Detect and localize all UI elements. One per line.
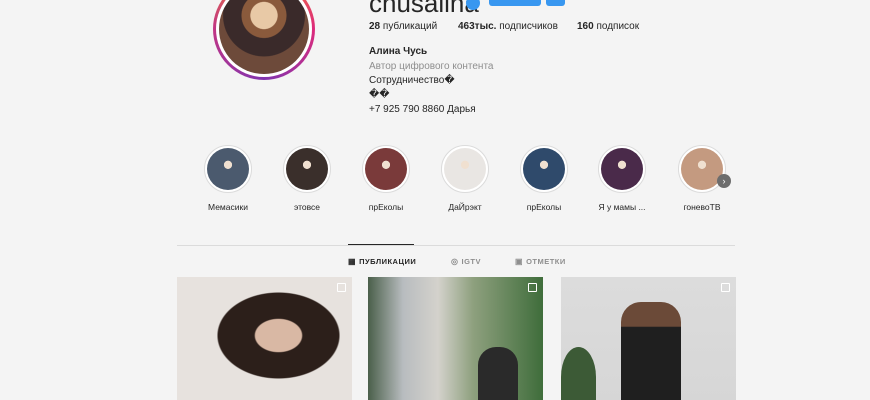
highlight-image bbox=[601, 148, 643, 190]
carousel-icon bbox=[337, 283, 346, 292]
highlight-item[interactable]: этовсе bbox=[277, 145, 337, 212]
highlight-image bbox=[286, 148, 328, 190]
post-figure bbox=[621, 302, 681, 400]
post-plant bbox=[561, 347, 596, 400]
bio-line-2: �� bbox=[369, 89, 390, 100]
highlight-image bbox=[444, 148, 486, 190]
highlight-image bbox=[365, 148, 407, 190]
bio-line-1: Сотрудничество� bbox=[369, 75, 455, 86]
tab-posts[interactable]: ▦ ПУБЛИКАЦИИ bbox=[348, 257, 416, 266]
tabs-divider bbox=[177, 245, 735, 246]
highlight-cover bbox=[362, 145, 410, 193]
highlight-label: Мемасики bbox=[208, 202, 248, 212]
follow-button[interactable] bbox=[489, 0, 541, 6]
highlight-cover bbox=[441, 145, 489, 193]
tab-posts-label: ПУБЛИКАЦИИ bbox=[359, 257, 417, 266]
highlight-cover bbox=[283, 145, 331, 193]
highlight-label: прЕколы bbox=[368, 202, 404, 212]
igtv-icon: ◎ bbox=[451, 257, 459, 266]
chevron-right-icon[interactable]: › bbox=[717, 174, 731, 188]
profile-category: Автор цифрового контента bbox=[369, 61, 494, 72]
bio-line-3: +7 925 790 8860 Дарья bbox=[369, 104, 476, 115]
highlight-item[interactable]: прЕколы bbox=[356, 145, 416, 212]
profile-username: chusalina bbox=[369, 0, 479, 18]
post-figure bbox=[478, 347, 518, 400]
highlight-cover bbox=[520, 145, 568, 193]
followers-label: подписчиков bbox=[499, 21, 558, 32]
tab-tagged[interactable]: ▣ ОТМЕТКИ bbox=[515, 257, 566, 266]
avatar-border bbox=[216, 0, 312, 77]
post-thumbnail[interactable] bbox=[177, 277, 352, 400]
followers-count: 463тыс. bbox=[458, 21, 497, 32]
highlight-item[interactable]: Я у мамы ... bbox=[592, 145, 652, 212]
tab-tagged-label: ОТМЕТКИ bbox=[526, 257, 566, 266]
grid-icon: ▦ bbox=[348, 257, 357, 266]
post-thumbnail[interactable] bbox=[368, 277, 543, 400]
active-tab-indicator bbox=[348, 244, 414, 245]
post-thumbnail[interactable] bbox=[561, 277, 736, 400]
highlight-item[interactable]: Мемасики bbox=[198, 145, 258, 212]
followers-stat[interactable]: 463тыс. подписчиков bbox=[458, 21, 558, 32]
highlight-label: этовсе bbox=[293, 202, 321, 212]
highlight-label: гоневоТВ bbox=[683, 202, 721, 212]
profile-avatar[interactable] bbox=[213, 0, 315, 80]
tag-icon: ▣ bbox=[515, 257, 524, 266]
highlight-label: ДаЙрэкт bbox=[448, 202, 482, 212]
suggested-accounts-button[interactable] bbox=[546, 0, 565, 6]
following-count: 160 bbox=[577, 21, 594, 32]
highlight-label: Я у мамы ... bbox=[598, 202, 646, 212]
following-stat[interactable]: 160 подписок bbox=[577, 21, 639, 32]
posts-count: 28 bbox=[369, 21, 381, 32]
highlight-image bbox=[207, 148, 249, 190]
posts-stat: 28 публикаций bbox=[369, 21, 437, 32]
highlight-cover bbox=[204, 145, 252, 193]
highlight-item[interactable]: ДаЙрэкт bbox=[435, 145, 495, 212]
profile-full-name: Алина Чусь bbox=[369, 46, 428, 57]
tab-igtv[interactable]: ◎ IGTV bbox=[451, 257, 481, 266]
carousel-icon bbox=[721, 283, 730, 292]
highlight-item[interactable]: прЕколы bbox=[514, 145, 574, 212]
carousel-icon bbox=[528, 283, 537, 292]
tab-igtv-label: IGTV bbox=[461, 257, 481, 266]
following-label: подписок bbox=[596, 21, 640, 32]
posts-label: публикаций bbox=[382, 21, 438, 32]
avatar-image bbox=[219, 0, 309, 74]
highlight-cover bbox=[598, 145, 646, 193]
highlight-image bbox=[523, 148, 565, 190]
highlight-label: прЕколы bbox=[526, 202, 562, 212]
